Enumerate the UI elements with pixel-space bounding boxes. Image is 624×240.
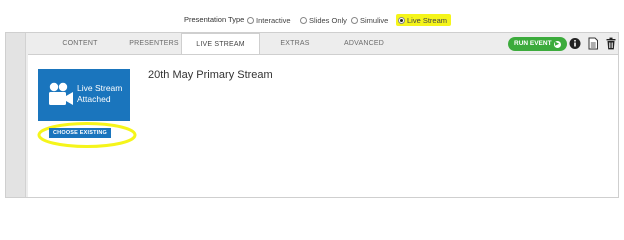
tab-presenters[interactable]: PRESENTERS bbox=[121, 33, 187, 54]
event-editor-panel: CONTENT PRESENTERS LIVE STREAM EXTRAS AD… bbox=[5, 32, 619, 198]
radio-simulive-label: Simulive bbox=[360, 15, 389, 25]
play-arrow-icon: ▶ bbox=[553, 40, 561, 48]
stream-title: 20th May Primary Stream bbox=[148, 69, 273, 81]
video-camera-icon bbox=[49, 82, 73, 105]
tab-live-stream[interactable]: LIVE STREAM bbox=[181, 33, 260, 55]
radio-live-stream[interactable]: Live Stream bbox=[396, 14, 452, 26]
tab-extras[interactable]: EXTRAS bbox=[267, 33, 323, 54]
document-icon[interactable] bbox=[587, 37, 599, 50]
radio-interactive[interactable]: Interactive bbox=[247, 14, 291, 26]
tab-advanced[interactable]: ADVANCED bbox=[334, 33, 394, 54]
presentation-type-label: Presentation Type bbox=[184, 15, 245, 24]
tile-text-line1: Live Stream bbox=[77, 83, 123, 93]
radio-icon[interactable] bbox=[247, 16, 254, 24]
choose-existing-button[interactable]: CHOOSE EXISTING bbox=[49, 128, 112, 138]
radio-icon[interactable] bbox=[351, 16, 358, 24]
tab-content[interactable]: CONTENT bbox=[50, 33, 110, 54]
radio-selected-icon[interactable] bbox=[398, 16, 405, 24]
live-stream-tile: Live Stream Attached bbox=[38, 69, 130, 121]
radio-icon[interactable] bbox=[300, 16, 307, 24]
radio-simulive[interactable]: Simulive bbox=[351, 14, 388, 26]
info-icon[interactable] bbox=[569, 37, 581, 50]
presentation-type-row: Presentation Type Interactive Slides Onl… bbox=[0, 14, 624, 28]
radio-slides-only[interactable]: Slides Only bbox=[300, 14, 347, 26]
live-stream-content: Live Stream Attached 20th May Primary St… bbox=[28, 54, 618, 197]
radio-slides-only-label: Slides Only bbox=[309, 15, 347, 25]
left-strip bbox=[6, 33, 26, 197]
radio-live-stream-label: Live Stream bbox=[407, 15, 448, 25]
run-event-label: RUN EVENT bbox=[514, 40, 552, 47]
trash-icon[interactable] bbox=[605, 37, 617, 50]
tile-text-line2: Attached bbox=[77, 94, 111, 104]
radio-interactive-label: Interactive bbox=[256, 15, 291, 25]
run-event-button[interactable]: RUN EVENT ▶ bbox=[508, 37, 567, 51]
live-stream-attached-text: Live Stream Attached bbox=[77, 83, 129, 105]
